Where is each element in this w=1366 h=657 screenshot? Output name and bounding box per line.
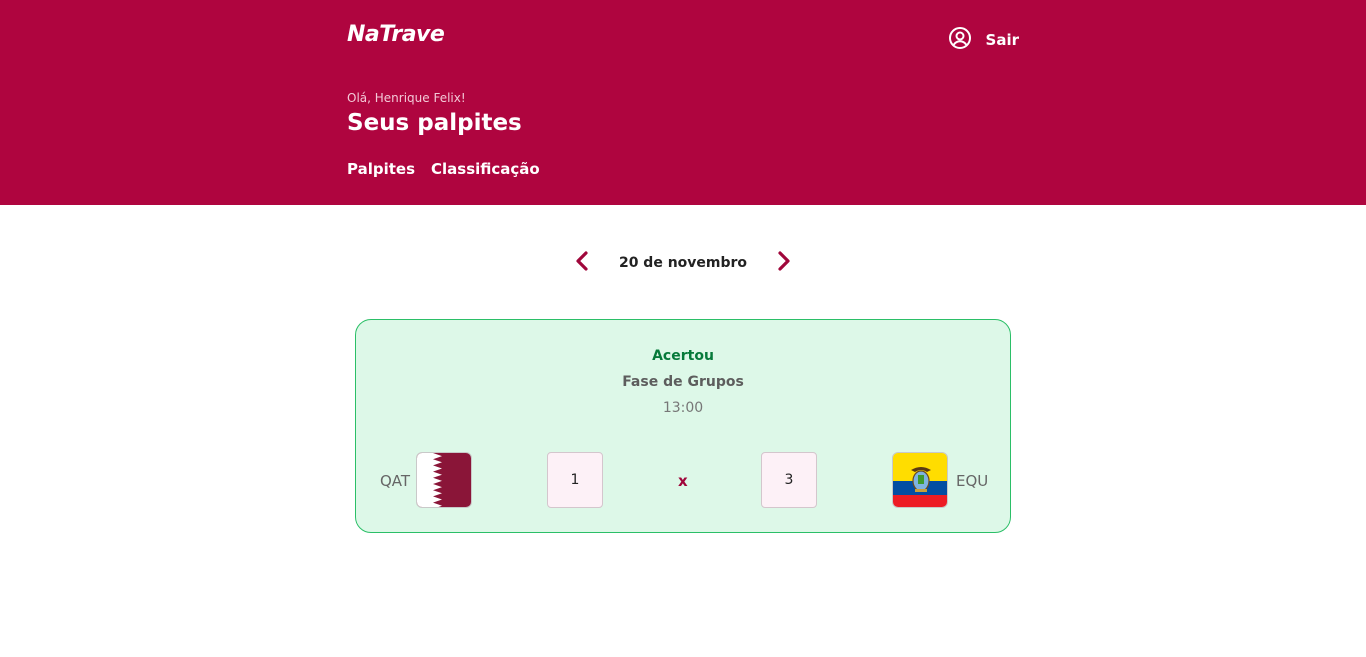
next-day-button[interactable] — [769, 248, 799, 278]
logout-button[interactable]: Sair — [948, 26, 1019, 54]
home-team-code: QAT — [380, 472, 411, 490]
home-score-input[interactable] — [547, 452, 603, 508]
logout-label: Sair — [985, 31, 1019, 49]
date-navigator: 20 de novembro — [0, 248, 1366, 278]
match-time: 13:00 — [662, 400, 704, 416]
greeting-text: Olá, Henrique Felix! — [347, 91, 466, 105]
page-title: Seus palpites — [347, 110, 522, 136]
chevron-left-icon — [574, 250, 590, 276]
qatar-flag-icon — [416, 452, 472, 508]
versus-label: x — [678, 472, 688, 490]
natrave-logo: NaTrave — [347, 22, 445, 47]
user-circle-icon — [948, 26, 972, 54]
current-date: 20 de novembro — [618, 255, 748, 271]
result-status: Acertou — [652, 348, 714, 364]
match-card: Acertou Fase de Grupos 13:00 QAT x EQU — [355, 319, 1011, 533]
tab-palpites[interactable]: Palpites — [347, 160, 415, 178]
tab-classificacao[interactable]: Classificação — [431, 160, 540, 178]
ecuador-flag-icon — [892, 452, 948, 508]
away-score-input[interactable] — [761, 452, 817, 508]
header — [0, 0, 1366, 205]
previous-day-button[interactable] — [567, 248, 597, 278]
away-team-code: EQU — [956, 472, 989, 490]
tab-nav: Palpites Classificação — [347, 160, 540, 178]
match-phase: Fase de Grupos — [622, 374, 744, 390]
chevron-right-icon — [776, 250, 792, 276]
